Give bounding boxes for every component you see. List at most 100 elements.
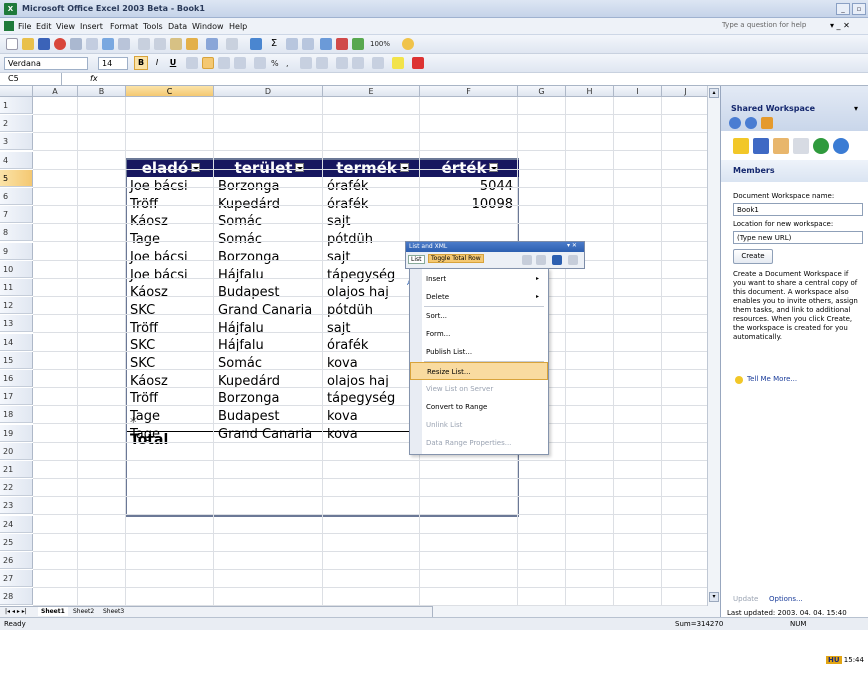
list-cell[interactable]: Tage: [130, 231, 215, 248]
list-cell[interactable]: Káosz: [130, 213, 215, 230]
cut-icon[interactable]: [138, 38, 150, 50]
align-right-icon[interactable]: [218, 57, 230, 69]
workspace-name-input[interactable]: Book1: [733, 203, 863, 216]
list-cell[interactable]: sajt: [327, 213, 421, 230]
tell-me-more-link[interactable]: Tell Me More...: [747, 375, 797, 383]
copy-icon[interactable]: [154, 38, 166, 50]
row-header-3[interactable]: 3: [0, 133, 33, 151]
list-cell[interactable]: órafék: [327, 337, 421, 354]
row-header-1[interactable]: 1: [0, 97, 33, 114]
menu-item-sort[interactable]: Sort...: [410, 307, 548, 325]
help-icon[interactable]: [402, 38, 414, 50]
list-cell[interactable]: Budapest: [218, 284, 324, 301]
excel-app-icon[interactable]: X: [4, 3, 17, 15]
column-header-f[interactable]: F: [420, 86, 518, 97]
row-header-17[interactable]: 17: [0, 388, 33, 406]
italic-button[interactable]: I: [150, 56, 164, 70]
list-cell[interactable]: SKC: [130, 337, 215, 354]
menu-item-publish-list[interactable]: Publish List...: [410, 343, 548, 361]
list-cell[interactable]: kova: [327, 426, 421, 443]
menu-edit[interactable]: Edit: [36, 22, 52, 31]
row-header-8[interactable]: 8: [0, 224, 33, 242]
list-cell[interactable]: Hájfalu: [218, 337, 324, 354]
row-header-14[interactable]: 14: [0, 333, 33, 351]
row-header-20[interactable]: 20: [0, 442, 33, 460]
row-header-10[interactable]: 10: [0, 260, 33, 278]
documents-icon[interactable]: [793, 138, 809, 154]
font-name-box[interactable]: Verdana: [4, 57, 88, 70]
create-button[interactable]: Create: [733, 249, 773, 264]
menu-item-convert-to-range[interactable]: Convert to Range: [410, 398, 548, 416]
borders-icon[interactable]: [372, 57, 384, 69]
column-header-j[interactable]: J: [662, 86, 710, 97]
column-header-c[interactable]: C: [126, 86, 214, 97]
print-preview-icon[interactable]: [86, 38, 98, 50]
column-header-b[interactable]: B: [78, 86, 126, 97]
workbook-icon[interactable]: [4, 21, 14, 31]
bold-button[interactable]: B: [134, 56, 148, 70]
row-header-13[interactable]: 13: [0, 315, 33, 333]
horizontal-scrollbar[interactable]: [432, 606, 720, 617]
restore-button[interactable]: ▫: [852, 3, 866, 15]
column-header-g[interactable]: G: [518, 86, 566, 97]
menu-window[interactable]: Window: [192, 22, 224, 31]
save-icon[interactable]: [38, 38, 50, 50]
scroll-down-button[interactable]: ▾: [709, 592, 719, 602]
sheet-tab-sheet2[interactable]: Sheet2: [70, 607, 97, 616]
research-icon[interactable]: [118, 38, 130, 50]
row-header-24[interactable]: 24: [0, 515, 33, 533]
print-icon[interactable]: [70, 38, 82, 50]
zoom-box[interactable]: 100%: [370, 40, 390, 48]
spelling-icon[interactable]: [102, 38, 114, 50]
list-cell[interactable]: Hájfalu: [218, 267, 324, 284]
menu-item-delete[interactable]: Delete: [410, 288, 548, 306]
autofilter-dropdown-icon[interactable]: [191, 163, 201, 172]
list-cell[interactable]: Tage: [130, 426, 215, 443]
menu-format[interactable]: Format: [110, 22, 138, 31]
row-header-25[interactable]: 25: [0, 533, 33, 551]
new-icon[interactable]: [6, 38, 18, 50]
forward-icon[interactable]: [745, 117, 757, 129]
row-header-7[interactable]: 7: [0, 206, 33, 224]
row-header-9[interactable]: 9: [0, 242, 33, 260]
column-header-h[interactable]: H: [566, 86, 614, 97]
column-header-i[interactable]: I: [614, 86, 662, 97]
list-cell[interactable]: Grand Canaria: [218, 302, 324, 319]
sheet-tab-sheet3[interactable]: Sheet3: [100, 607, 127, 616]
list-cell[interactable]: Grand Canaria: [218, 426, 324, 443]
list-cell[interactable]: Joe bácsi: [130, 267, 215, 284]
list-xml-title[interactable]: List and XML: [406, 242, 584, 252]
members-icon[interactable]: [753, 138, 769, 154]
align-center-icon[interactable]: [202, 57, 214, 69]
list-cell[interactable]: Borzonga: [218, 249, 324, 266]
menu-file[interactable]: File: [18, 22, 31, 31]
doc-window-controls[interactable]: ▾ _ ✕: [830, 21, 850, 30]
undo-icon[interactable]: [206, 38, 218, 50]
refresh-data-icon[interactable]: [568, 255, 578, 265]
toolbar-close-icon[interactable]: ▾ ✕: [567, 242, 577, 249]
decrease-decimal-icon[interactable]: [316, 57, 328, 69]
drawing-icon[interactable]: [336, 38, 348, 50]
column-header-a[interactable]: A: [33, 86, 78, 97]
row-header-12[interactable]: 12: [0, 297, 33, 315]
home-icon[interactable]: [761, 117, 773, 129]
align-left-icon[interactable]: [186, 57, 198, 69]
row-header-26[interactable]: 26: [0, 552, 33, 569]
links-icon[interactable]: [813, 138, 829, 154]
language-indicator[interactable]: HU: [826, 656, 842, 664]
comma-style-button[interactable]: ,: [286, 59, 289, 68]
currency-icon[interactable]: [254, 57, 266, 69]
increase-decimal-icon[interactable]: [300, 57, 312, 69]
row-header-4[interactable]: 4: [0, 151, 33, 169]
list-cell[interactable]: pótdüh: [327, 302, 421, 319]
menu-item-resize-list[interactable]: Resize List...: [410, 362, 548, 380]
scroll-up-button[interactable]: ▴: [709, 88, 719, 98]
column-header-e[interactable]: E: [323, 86, 420, 97]
sheet-tab-sheet1[interactable]: Sheet1: [38, 607, 68, 616]
status-warning-icon[interactable]: [733, 138, 749, 154]
workspace-icon[interactable]: [352, 38, 364, 50]
ask-question-box[interactable]: Type a question for help: [722, 21, 822, 32]
row-header-5[interactable]: 5: [0, 169, 33, 187]
menu-item-form[interactable]: Form...: [410, 325, 548, 343]
column-header-d[interactable]: D: [214, 86, 323, 97]
